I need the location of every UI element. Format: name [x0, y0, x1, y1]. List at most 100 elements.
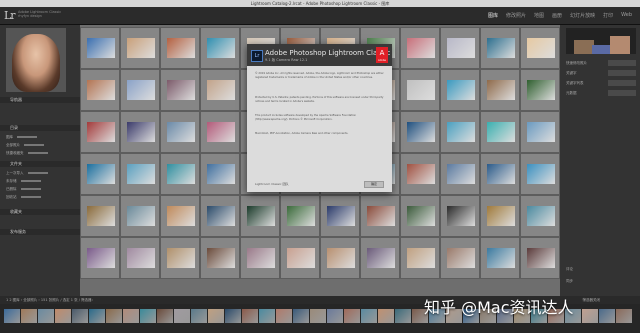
grid-cell[interactable] — [160, 195, 200, 237]
grid-cell[interactable] — [80, 153, 120, 195]
panel-header-collections[interactable]: 收藏夹 — [0, 209, 80, 215]
panel-header-folders[interactable]: 文件夹 — [0, 161, 80, 167]
grid-cell[interactable] — [80, 195, 120, 237]
quick-develop-row[interactable]: 快速修改照片 — [566, 59, 636, 67]
grid-cell[interactable] — [240, 237, 280, 279]
grid-cell[interactable] — [240, 195, 280, 237]
grid-cell[interactable] — [480, 69, 520, 111]
grid-cell[interactable] — [120, 237, 160, 279]
folder-row[interactable]: 上一次导入 — [6, 171, 76, 176]
grid-cell[interactable] — [200, 69, 240, 111]
filmstrip-thumbnail[interactable] — [225, 309, 241, 323]
grid-cell[interactable] — [280, 237, 320, 279]
sync-row[interactable]: 评论 — [566, 265, 636, 273]
grid-cell[interactable] — [200, 153, 240, 195]
grid-cell[interactable] — [360, 237, 400, 279]
grid-cell[interactable] — [480, 237, 520, 279]
grid-cell[interactable] — [480, 27, 520, 69]
filmstrip-thumbnail[interactable] — [616, 309, 632, 323]
grid-cell[interactable] — [320, 195, 360, 237]
filmstrip-thumbnail[interactable] — [242, 309, 258, 323]
grid-cell[interactable] — [520, 195, 560, 237]
grid-cell[interactable] — [200, 195, 240, 237]
filmstrip-thumbnail[interactable] — [378, 309, 394, 323]
grid-cell[interactable] — [360, 195, 400, 237]
quick-develop-row[interactable]: 关键字 — [566, 69, 636, 77]
grid-cell[interactable] — [160, 153, 200, 195]
grid-cell[interactable] — [400, 69, 440, 111]
grid-cell[interactable] — [160, 69, 200, 111]
filmstrip-thumbnail[interactable] — [89, 309, 105, 323]
grid-cell[interactable] — [200, 27, 240, 69]
grid-cell[interactable] — [160, 111, 200, 153]
grid-cell[interactable] — [440, 27, 480, 69]
module-library[interactable]: 图库 — [488, 12, 498, 19]
grid-cell[interactable] — [400, 111, 440, 153]
grid-cell[interactable] — [480, 195, 520, 237]
grid-cell[interactable] — [440, 153, 480, 195]
grid-cell[interactable] — [120, 153, 160, 195]
grid-cell[interactable] — [520, 111, 560, 153]
filmstrip-thumbnail[interactable] — [21, 309, 37, 323]
grid-cell[interactable] — [400, 27, 440, 69]
grid-cell[interactable] — [440, 195, 480, 237]
grid-cell[interactable] — [440, 69, 480, 111]
folder-row[interactable]: 全部照片 — [6, 143, 76, 148]
filmstrip-thumbnail[interactable] — [395, 309, 411, 323]
module-book[interactable]: 画册 — [552, 12, 562, 19]
grid-cell[interactable] — [520, 237, 560, 279]
grid-cell[interactable] — [120, 27, 160, 69]
filmstrip-thumbnail[interactable] — [174, 309, 190, 323]
filmstrip-thumbnail[interactable] — [157, 309, 173, 323]
grid-cell[interactable] — [400, 153, 440, 195]
grid-cell[interactable] — [80, 69, 120, 111]
grid-cell[interactable] — [320, 237, 360, 279]
filmstrip-thumbnail[interactable] — [191, 309, 207, 323]
filmstrip-thumbnail[interactable] — [599, 309, 615, 323]
grid-cell[interactable] — [120, 195, 160, 237]
quick-develop-row[interactable]: 关键字列表 — [566, 79, 636, 87]
grid-cell[interactable] — [80, 237, 120, 279]
filmstrip-thumbnail[interactable] — [344, 309, 360, 323]
panel-header-catalog[interactable]: 目录 — [0, 125, 80, 131]
filmstrip-thumbnail[interactable] — [123, 309, 139, 323]
sync-row[interactable]: 同步 — [566, 277, 636, 285]
folder-row[interactable]: 快捷收藏夹 — [6, 151, 76, 156]
folder-row[interactable]: 已删除 — [6, 187, 76, 192]
filmstrip-thumbnail[interactable] — [361, 309, 377, 323]
panel-header-navigator[interactable]: 导航器 — [0, 97, 80, 103]
module-print[interactable]: 打印 — [603, 12, 613, 19]
grid-cell[interactable] — [80, 27, 120, 69]
module-map[interactable]: 地图 — [534, 12, 544, 19]
filmstrip-thumbnail[interactable] — [259, 309, 275, 323]
panel-header-publish[interactable]: 发布服务 — [0, 229, 80, 235]
folder-row[interactable]: 未存储 — [6, 179, 76, 184]
ok-button[interactable]: 确定 — [364, 181, 384, 188]
grid-cell[interactable] — [120, 111, 160, 153]
filmstrip-thumbnail[interactable] — [276, 309, 292, 323]
grid-cell[interactable] — [80, 111, 120, 153]
filmstrip-thumbnail[interactable] — [208, 309, 224, 323]
module-slideshow[interactable]: 幻灯片放映 — [570, 12, 595, 19]
grid-cell[interactable] — [480, 111, 520, 153]
grid-cell[interactable] — [160, 237, 200, 279]
grid-cell[interactable] — [280, 195, 320, 237]
filmstrip-thumbnail[interactable] — [4, 309, 20, 323]
grid-cell[interactable] — [400, 237, 440, 279]
filmstrip-thumbnail[interactable] — [310, 309, 326, 323]
grid-cell[interactable] — [200, 111, 240, 153]
folder-row[interactable]: 图库 — [6, 135, 76, 140]
grid-cell[interactable] — [160, 27, 200, 69]
grid-cell[interactable] — [520, 69, 560, 111]
filmstrip-thumbnail[interactable] — [72, 309, 88, 323]
filmstrip-thumbnail[interactable] — [582, 309, 598, 323]
grid-cell[interactable] — [200, 237, 240, 279]
grid-cell[interactable] — [480, 153, 520, 195]
filter-status[interactable]: 筛选器关闭 — [583, 296, 601, 304]
grid-cell[interactable] — [400, 195, 440, 237]
grid-cell[interactable] — [120, 69, 160, 111]
grid-cell[interactable] — [440, 111, 480, 153]
module-web[interactable]: Web — [621, 12, 632, 19]
grid-cell[interactable] — [520, 153, 560, 195]
grid-cell[interactable] — [520, 27, 560, 69]
